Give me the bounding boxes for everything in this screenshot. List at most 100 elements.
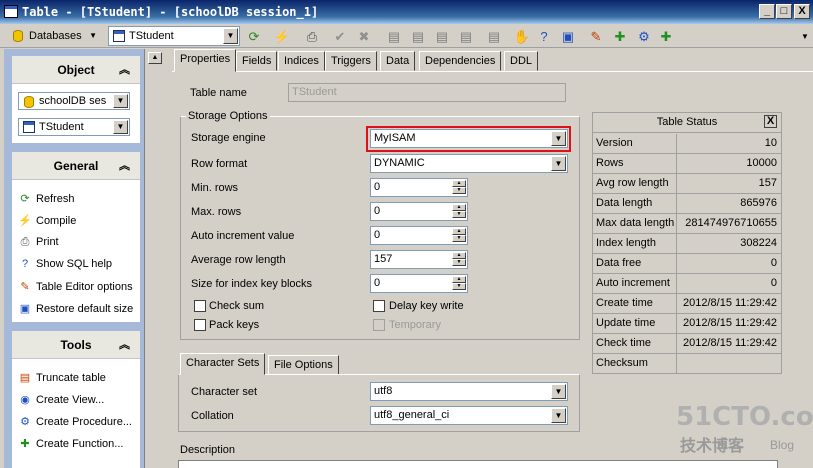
spin-up-icon[interactable]: ▲ bbox=[452, 228, 466, 235]
last-record-icon[interactable]: ▤ bbox=[456, 27, 476, 46]
databases-dropdown[interactable]: Databases ▼ bbox=[8, 26, 100, 46]
tab-file-options[interactable]: File Options bbox=[268, 355, 339, 375]
collapse-icon[interactable]: ︽ bbox=[119, 331, 130, 359]
chevron-down-icon[interactable]: ▼ bbox=[113, 120, 128, 134]
minimize-button[interactable]: _ bbox=[759, 4, 775, 19]
description-input[interactable] bbox=[178, 460, 778, 468]
compile-icon[interactable]: ⚡ bbox=[272, 27, 292, 46]
character-set-select[interactable]: utf8 ▼ bbox=[370, 382, 568, 401]
nav-item-compile[interactable]: ⚡ Compile bbox=[18, 214, 76, 227]
toolbar: Databases ▼ TStudent ▼ ⟳ ⚡ ⎙ ✔ ✖ ▤ ▤ ▤ ▤… bbox=[0, 24, 813, 48]
max-rows-input[interactable]: 0 ▲ ▼ bbox=[370, 202, 468, 221]
spin-down-icon[interactable]: ▼ bbox=[452, 259, 466, 266]
nav-item-sql-help[interactable]: ? Show SQL help bbox=[18, 258, 112, 270]
min-rows-input[interactable]: 0 ▲ ▼ bbox=[370, 178, 468, 197]
nav-item-print[interactable]: ⎙ Print bbox=[18, 236, 59, 249]
scroll-up-icon[interactable]: ▲ bbox=[148, 52, 162, 64]
prev-record-icon[interactable]: ▤ bbox=[408, 27, 428, 46]
index-key-size-spinner[interactable]: ▲ ▼ bbox=[452, 276, 466, 291]
collapse-icon[interactable]: ︽ bbox=[119, 56, 130, 84]
spin-down-icon[interactable]: ▼ bbox=[452, 187, 466, 194]
nav-item-restore-size[interactable]: ▣ Restore default size bbox=[18, 302, 133, 315]
storage-options-label: Storage Options bbox=[186, 110, 270, 122]
commit-icon[interactable]: ✔ bbox=[330, 27, 350, 46]
spin-up-icon[interactable]: ▲ bbox=[452, 204, 466, 211]
collapse-icon[interactable]: ︽ bbox=[119, 152, 130, 180]
toolbar-chevron-icon[interactable]: ▼ bbox=[795, 27, 813, 46]
add-row-icon[interactable]: ✚ bbox=[656, 27, 676, 46]
chevron-down-icon[interactable]: ▼ bbox=[551, 156, 566, 171]
pack-keys-checkbox[interactable] bbox=[194, 319, 206, 331]
nav-item-create-view[interactable]: ◉ Create View... bbox=[18, 393, 104, 406]
tab-fields[interactable]: Fields bbox=[236, 51, 278, 71]
close-icon[interactable]: X bbox=[764, 115, 777, 128]
nav-item-truncate[interactable]: ▤ Truncate table bbox=[18, 371, 106, 384]
print-icon[interactable]: ⎙ bbox=[302, 27, 322, 46]
rollback-icon[interactable]: ✖ bbox=[354, 27, 374, 46]
spin-down-icon[interactable]: ▼ bbox=[452, 283, 466, 290]
tab-indices[interactable]: Indices bbox=[278, 51, 325, 71]
first-record-icon[interactable]: ▤ bbox=[384, 27, 404, 46]
nav-item-refresh[interactable]: ⟳ Refresh bbox=[18, 192, 74, 205]
record-icon[interactable]: ▤ bbox=[484, 27, 504, 46]
row-format-select[interactable]: DYNAMIC ▼ bbox=[370, 154, 568, 173]
max-rows-spinner[interactable]: ▲ ▼ bbox=[452, 204, 466, 219]
next-record-icon[interactable]: ▤ bbox=[432, 27, 452, 46]
hand-icon[interactable]: ✋ bbox=[512, 27, 532, 46]
refresh-icon[interactable]: ⟳ bbox=[244, 27, 264, 46]
collation-select[interactable]: utf8_general_ci ▼ bbox=[370, 406, 568, 425]
nav-item-create-procedure[interactable]: ⚙ Create Procedure... bbox=[18, 415, 132, 428]
tab-properties[interactable]: Properties bbox=[174, 49, 237, 72]
nav-item-create-function[interactable]: ✚ Create Function... bbox=[18, 437, 123, 450]
chevron-down-icon[interactable]: ▼ bbox=[551, 384, 566, 399]
left-navigation: Object ︽ schoolDB ses ▼ TStudent ▼ Gener… bbox=[4, 49, 144, 468]
chevron-down-icon[interactable]: ▼ bbox=[113, 94, 128, 108]
auto-increment-input[interactable]: 0 ▲ ▼ bbox=[370, 226, 468, 245]
status-value: 308224 bbox=[740, 237, 777, 249]
spin-up-icon[interactable]: ▲ bbox=[452, 276, 466, 283]
tab-dependencies[interactable]: Dependencies bbox=[419, 51, 502, 71]
table-select[interactable]: TStudent ▼ bbox=[108, 26, 240, 46]
database-select[interactable]: schoolDB ses ▼ bbox=[18, 92, 130, 110]
help-icon[interactable]: ? bbox=[534, 27, 554, 46]
auto-increment-spinner[interactable]: ▲ ▼ bbox=[452, 228, 466, 243]
object-header[interactable]: Object ︽ bbox=[12, 56, 140, 84]
chevron-down-icon[interactable]: ▼ bbox=[551, 408, 566, 423]
index-key-size-value: 0 bbox=[374, 277, 381, 289]
status-value: 0 bbox=[770, 277, 777, 289]
table-status-header: Table Status X bbox=[593, 113, 781, 133]
maximize-button[interactable]: □ bbox=[776, 4, 792, 19]
tab-triggers[interactable]: Triggers bbox=[325, 51, 377, 71]
spin-down-icon[interactable]: ▼ bbox=[452, 235, 466, 242]
avg-row-length-spinner[interactable]: ▲ ▼ bbox=[452, 252, 466, 267]
chevron-down-icon[interactable]: ▼ bbox=[551, 131, 566, 146]
splitter[interactable]: ▲ bbox=[144, 49, 164, 468]
tools-header[interactable]: Tools ︽ bbox=[12, 331, 140, 359]
spin-up-icon[interactable]: ▲ bbox=[452, 252, 466, 259]
tab-data[interactable]: Data bbox=[380, 51, 416, 71]
gear-icon[interactable]: ⚙ bbox=[634, 27, 654, 46]
tab-ddl[interactable]: DDL bbox=[504, 51, 539, 71]
storage-engine-select[interactable]: MyISAM ▼ bbox=[370, 129, 568, 148]
window-icon[interactable]: ▣ bbox=[558, 27, 578, 46]
status-value: 0 bbox=[770, 257, 777, 269]
object-table-select[interactable]: TStudent ▼ bbox=[18, 118, 130, 136]
chevron-down-icon[interactable]: ▼ bbox=[223, 28, 238, 44]
general-header[interactable]: General ︽ bbox=[12, 152, 140, 180]
nav-item-editor-options[interactable]: ✎ Table Editor options bbox=[18, 280, 132, 293]
spin-down-icon[interactable]: ▼ bbox=[452, 211, 466, 218]
edit-icon[interactable]: ✎ bbox=[586, 27, 606, 46]
index-key-size-input[interactable]: 0 ▲ ▼ bbox=[370, 274, 468, 293]
spin-up-icon[interactable]: ▲ bbox=[452, 180, 466, 187]
delay-key-write-checkbox[interactable] bbox=[373, 300, 385, 312]
watermark-blog: Blog bbox=[770, 438, 795, 452]
tab-character-sets[interactable]: Character Sets bbox=[180, 353, 266, 375]
general-title: General bbox=[53, 159, 99, 173]
add-icon[interactable]: ✚ bbox=[610, 27, 630, 46]
table-name-label: Table name bbox=[190, 87, 247, 99]
avg-row-length-input[interactable]: 157 ▲ ▼ bbox=[370, 250, 468, 269]
check-sum-checkbox[interactable] bbox=[194, 300, 206, 312]
min-rows-spinner[interactable]: ▲ ▼ bbox=[452, 180, 466, 195]
close-button[interactable]: X bbox=[794, 4, 810, 19]
collation-value: utf8_general_ci bbox=[374, 409, 450, 421]
